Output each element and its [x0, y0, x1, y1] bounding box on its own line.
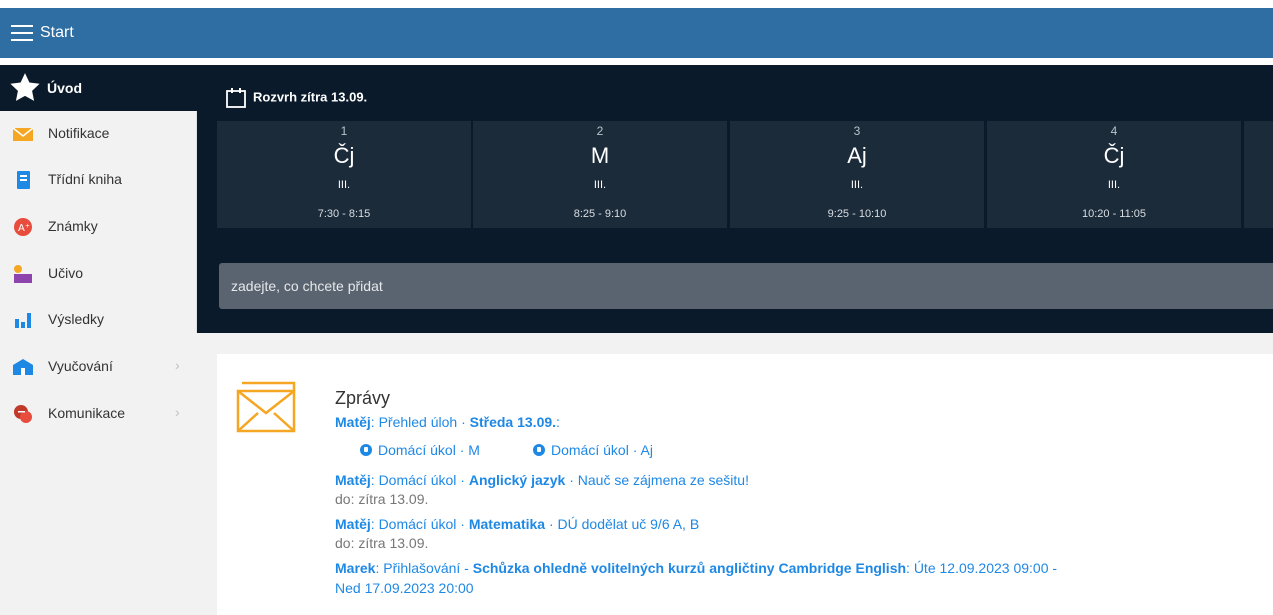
sidebar-item-vyucovani[interactable]: Vyučování ›	[0, 344, 195, 390]
sidebar-item-label: Notifikace	[48, 125, 110, 141]
lesson-subject: M	[590, 143, 610, 168]
sidebar-item-ucivo[interactable]: Učivo	[0, 251, 195, 297]
lesson-number: 3	[853, 124, 861, 138]
lesson-card[interactable]: 3 Aj III. 9:25 - 10:10	[730, 121, 984, 228]
lesson-number: 4	[1110, 124, 1118, 138]
school-icon	[13, 359, 33, 375]
sidebar-item-label: Komunikace	[48, 405, 126, 421]
sidebar-item-label: Známky	[48, 218, 98, 234]
schedule-title: Rozvrh zítra 13.09.	[225, 87, 367, 109]
message-text: : Úte 12.09.2023 09:00 -	[906, 560, 1058, 576]
sidebar-item-notifikace[interactable]: Notifikace	[0, 111, 195, 157]
message-colon: :	[556, 414, 560, 430]
lesson-card-partial[interactable]	[1244, 121, 1273, 228]
messages-title: Zprávy	[335, 388, 391, 408]
lesson-subject: Čj	[333, 143, 355, 168]
messages-card: Zprávy Matěj: Přehled úloh · Středa 13.0…	[217, 354, 1273, 615]
sidebar-item-label: Úvod	[47, 80, 82, 96]
lesson-room: III.	[593, 179, 607, 191]
lesson-number: 1	[340, 124, 348, 138]
message-line[interactable]: Matěj: Přehled úloh · Středa 13.09.:	[335, 414, 560, 430]
chevron-right-icon: ›	[175, 357, 180, 373]
sidebar-item-znamky[interactable]: A⁺ Známky	[0, 204, 195, 250]
lesson-subject: Aj	[847, 143, 867, 168]
lesson-card[interactable]: 2 M III. 8:25 - 9:10	[473, 121, 727, 228]
sidebar-item-label: Třídní kniha	[48, 171, 122, 187]
schedule-title-text: Rozvrh zítra 13.09.	[253, 89, 368, 105]
message-type: : Přehled úloh ·	[370, 414, 470, 430]
homework-link[interactable]: Domácí úkol · M	[360, 442, 480, 458]
lesson-room: III.	[337, 179, 351, 191]
menu-icon[interactable]	[11, 25, 33, 41]
lesson-time: 7:30 - 8:15	[317, 208, 371, 220]
grades-icon: A⁺	[14, 218, 32, 236]
lesson-time: 10:20 - 11:05	[1081, 208, 1146, 220]
book-icon	[17, 171, 30, 189]
message-line-cont: Ned 17.09.2023 20:00	[335, 580, 474, 596]
lesson-subject: Čj	[1103, 143, 1125, 168]
homework-link[interactable]: Domácí úkol · Aj	[533, 442, 653, 458]
message-author: Matěj	[335, 414, 371, 430]
chat-icon	[14, 405, 32, 423]
lock-icon	[533, 444, 545, 456]
sidebar-item-tridni-kniha[interactable]: Třídní kniha	[0, 157, 195, 203]
message-subject: Anglický jazyk	[468, 472, 566, 488]
lesson-time: 9:25 - 10:10	[827, 208, 887, 220]
message-subject: Schůzka ohledně volitelných kurzů anglič…	[472, 560, 907, 576]
star-icon	[10, 73, 40, 101]
message-subject: Matematika	[468, 516, 546, 532]
message-author: Marek	[335, 560, 376, 576]
chevron-right-icon: ›	[175, 404, 180, 420]
sidebar-list: Notifikace Třídní kniha A⁺ Známky Učivo …	[0, 111, 197, 615]
lock-icon	[360, 444, 372, 456]
message-text: · Nauč se zájmena ze sešitu!	[565, 472, 749, 488]
sidebar-item-vysledky[interactable]: Výsledky	[0, 297, 195, 343]
message-line[interactable]: Marek: Přihlašování - Schůzka ohledně vo…	[335, 560, 1057, 576]
envelope-icon	[236, 381, 296, 433]
sidebar-item-label: Učivo	[48, 265, 84, 281]
due-date: do: zítra 13.09.	[335, 535, 429, 551]
lesson-number: 2	[596, 124, 604, 138]
lesson-room: III.	[850, 179, 864, 191]
sidebar: Úvod Notifikace Třídní kniha A⁺ Známky U…	[0, 65, 197, 615]
message-line[interactable]: Matěj: Domácí úkol · Matematika · DÚ dod…	[335, 516, 699, 532]
lesson-time: 8:25 - 9:10	[573, 208, 627, 220]
top-bar: Start	[0, 8, 1273, 58]
message-line[interactable]: Matěj: Domácí úkol · Anglický jazyk · Na…	[335, 472, 749, 488]
message-text: · DÚ dodělat uč 9/6 A, B	[545, 516, 700, 532]
due-date: do: zítra 13.09.	[335, 491, 429, 507]
sidebar-item-uvod[interactable]: Úvod	[0, 65, 196, 111]
add-item-input[interactable]	[219, 263, 1273, 309]
lesson-room: III.	[1107, 179, 1121, 191]
message-author: Matěj	[335, 472, 371, 488]
teacher-icon	[14, 265, 32, 283]
homework-label: Domácí úkol · Aj	[551, 442, 653, 458]
message-type: : Domácí úkol ·	[370, 472, 469, 488]
svg-text:A⁺: A⁺	[18, 223, 30, 234]
sidebar-item-label: Výsledky	[48, 311, 105, 327]
message-day: Středa 13.09.	[469, 414, 557, 430]
message-author: Matěj	[335, 516, 371, 532]
app-title: Start	[40, 24, 74, 41]
calendar-icon	[226, 88, 246, 108]
message-type: : Přihlašování -	[375, 560, 473, 576]
lesson-card[interactable]: 4 Čj III. 10:20 - 11:05	[987, 121, 1241, 228]
bar-chart-icon	[15, 313, 31, 328]
lesson-card[interactable]: 1 Čj III. 7:30 - 8:15	[217, 121, 471, 228]
message-type: : Domácí úkol ·	[370, 516, 469, 532]
envelope-icon	[12, 127, 34, 141]
sidebar-item-komunikace[interactable]: Komunikace ›	[0, 391, 195, 437]
sidebar-item-label: Vyučování	[48, 358, 113, 374]
homework-label: Domácí úkol · M	[378, 442, 480, 458]
